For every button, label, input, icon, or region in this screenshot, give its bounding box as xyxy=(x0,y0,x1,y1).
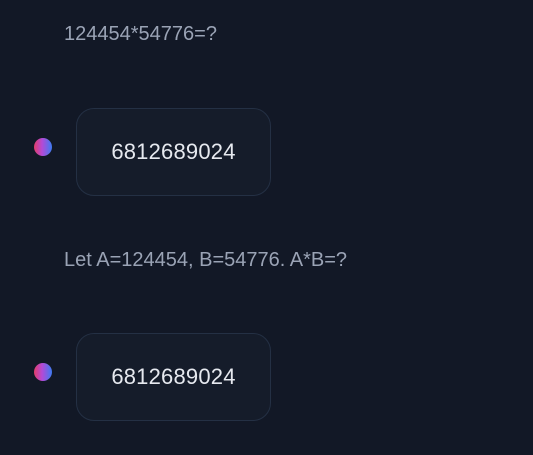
assistant-message: 6812689024 xyxy=(0,108,533,198)
user-message: Let A=124454, B=54776. A*B=? xyxy=(64,249,348,271)
chat-transcript: 124454*54776=? 6812689024 Let A=124454, … xyxy=(0,0,533,455)
assistant-avatar-icon xyxy=(34,363,52,381)
assistant-bubble: 6812689024 xyxy=(76,108,271,196)
assistant-message: 6812689024 xyxy=(0,333,533,423)
user-message: 124454*54776=? xyxy=(64,23,217,45)
assistant-avatar-icon xyxy=(34,138,52,156)
assistant-bubble: 6812689024 xyxy=(76,333,271,421)
assistant-answer: 6812689024 xyxy=(111,139,236,164)
assistant-answer: 6812689024 xyxy=(111,364,236,389)
